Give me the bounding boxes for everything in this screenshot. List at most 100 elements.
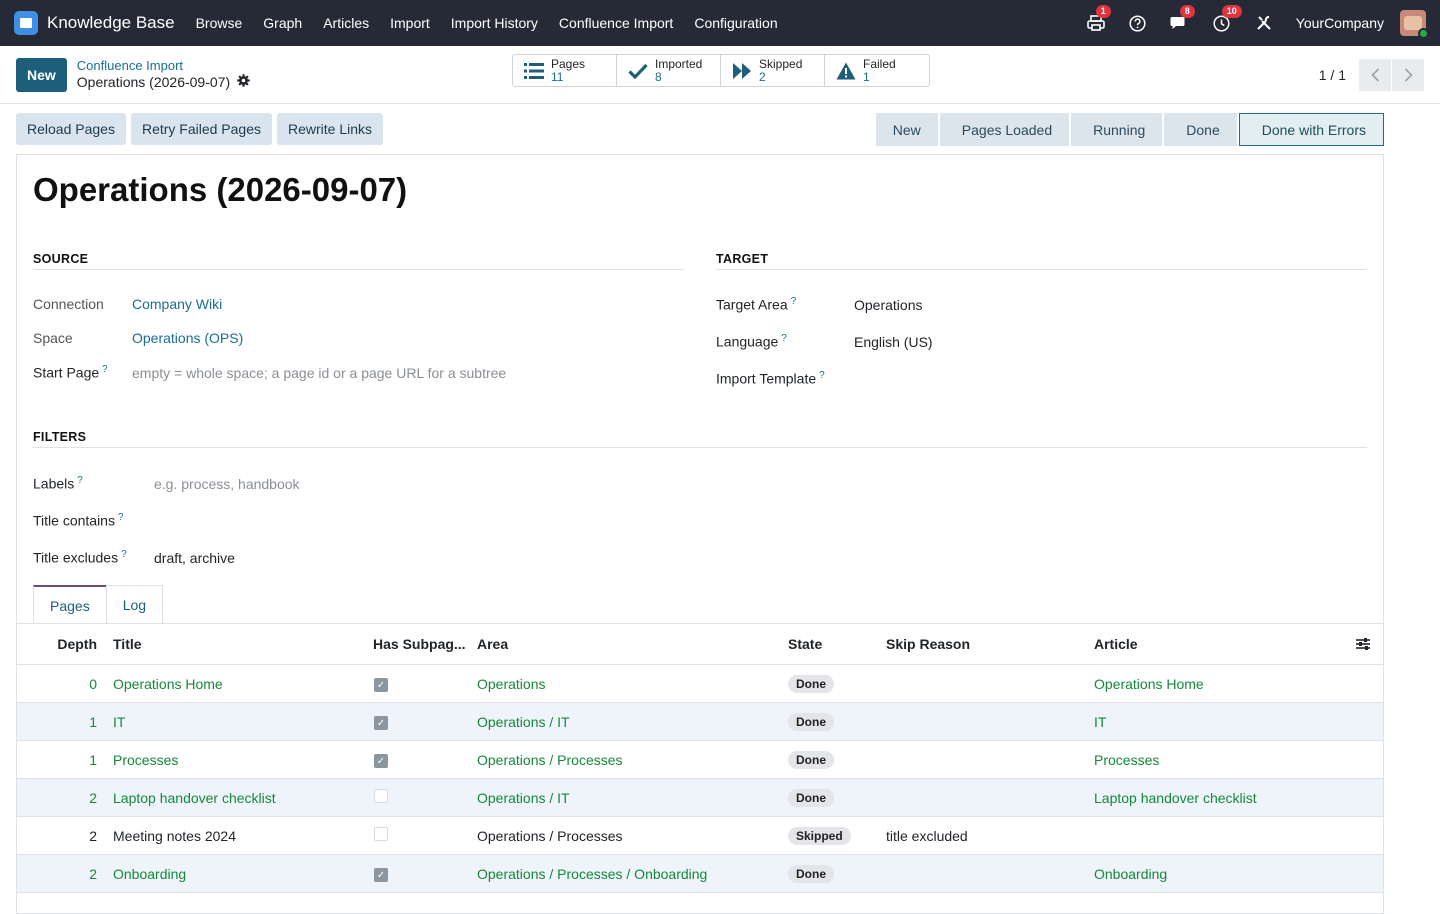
row-state: Done — [780, 864, 878, 883]
row-article-link[interactable]: Onboarding — [1086, 866, 1383, 882]
tab-log[interactable]: Log — [105, 585, 164, 624]
imported-stat-button[interactable]: Imported 8 — [617, 55, 721, 86]
checkbox-empty-icon[interactable] — [374, 789, 388, 803]
user-avatar[interactable] — [1400, 10, 1429, 39]
row-has-subpages: ✓ — [365, 865, 469, 883]
pager-value[interactable]: 1 / 1 — [1319, 67, 1346, 83]
tab-pages[interactable]: Pages — [33, 585, 107, 624]
row-depth: 2 — [89, 827, 97, 844]
col-depth-header[interactable]: Depth — [17, 636, 105, 652]
connection-link[interactable]: Company Wiki — [132, 296, 222, 312]
gear-icon[interactable] — [237, 74, 250, 91]
table-body: 0 Operations Home ✓ Operations Done Operation… — [17, 665, 1383, 893]
row-depth: 2 — [89, 865, 97, 882]
chat-badge: 8 — [1179, 5, 1195, 18]
stage-done[interactable]: Done — [1164, 113, 1237, 146]
nav-articles[interactable]: Articles — [323, 15, 369, 31]
stage-pages-loaded[interactable]: Pages Loaded — [939, 113, 1070, 146]
skipped-stat-button[interactable]: Skipped 2 — [721, 55, 825, 86]
checkbox-empty-icon[interactable] — [374, 827, 388, 841]
checkbox-checked-icon[interactable]: ✓ — [374, 754, 388, 769]
chevron-left-icon[interactable] — [1359, 59, 1391, 91]
new-button[interactable]: New — [16, 57, 67, 92]
table-row[interactable]: 1 IT ✓ Operations / IT Done IT — [17, 703, 1383, 741]
labels-input[interactable]: e.g. process, handbook — [154, 476, 300, 492]
row-article-link[interactable]: IT — [1086, 714, 1383, 730]
col-state-header[interactable]: State — [780, 636, 878, 652]
start-page-input[interactable]: empty = whole space; a page id or a page… — [132, 365, 506, 381]
row-article-link[interactable]: Laptop handover checklist — [1086, 790, 1383, 806]
col-title-header[interactable]: Title — [105, 636, 365, 652]
nav-import[interactable]: Import — [390, 15, 430, 31]
nav-configuration[interactable]: Configuration — [694, 15, 777, 31]
start-page-help[interactable]: ? — [102, 364, 108, 375]
import-template-help[interactable]: ? — [819, 370, 825, 381]
state-badge: Done — [788, 788, 834, 807]
language-field[interactable]: English (US) — [854, 334, 933, 350]
nav-confluence-import[interactable]: Confluence Import — [559, 15, 673, 31]
breadcrumb-parent-link[interactable]: Confluence Import — [77, 58, 250, 74]
company-switcher[interactable]: YourCompany — [1296, 15, 1384, 31]
language-help[interactable]: ? — [781, 333, 787, 344]
row-state: Skipped — [780, 826, 878, 845]
nav-graph[interactable]: Graph — [263, 15, 302, 31]
target-area-label: Target Area? — [716, 296, 796, 313]
row-title: Meeting notes 2024 — [113, 827, 236, 844]
nav-browse[interactable]: Browse — [196, 15, 243, 31]
col-skip-reason-header[interactable]: Skip Reason — [878, 636, 1086, 652]
row-state: Done — [780, 788, 878, 807]
labels-help[interactable]: ? — [77, 475, 83, 486]
row-area: Operations / Processes — [477, 827, 623, 844]
checkbox-checked-icon[interactable]: ✓ — [374, 868, 388, 883]
row-depth: 1 — [89, 751, 97, 768]
row-article-link[interactable]: Operations Home — [1086, 676, 1383, 692]
start-page-label: Start Page? — [33, 364, 108, 381]
target-area-help[interactable]: ? — [791, 296, 797, 307]
stage-running[interactable]: Running — [1071, 113, 1163, 146]
pages-stat-button[interactable]: Pages 11 — [513, 55, 617, 86]
checkbox-checked-icon[interactable]: ✓ — [374, 678, 388, 693]
stage-new[interactable]: New — [875, 113, 938, 146]
row-article-link[interactable]: Processes — [1086, 752, 1383, 768]
tools-icon[interactable] — [1254, 13, 1274, 33]
table-row[interactable]: 1 Processes ✓ Operations / Processes Done Pro… — [17, 741, 1383, 779]
checkbox-checked-icon[interactable]: ✓ — [374, 716, 388, 731]
column-settings-icon[interactable] — [1343, 637, 1383, 651]
col-article-header[interactable]: Article — [1086, 636, 1343, 652]
stage-done-with-errors[interactable]: Done with Errors — [1238, 113, 1384, 146]
nav-import-history[interactable]: Import History — [451, 15, 538, 31]
col-area-header[interactable]: Area — [469, 636, 780, 652]
table-row[interactable]: 0 Operations Home ✓ Operations Done Operation… — [17, 665, 1383, 703]
row-state: Done — [780, 750, 878, 769]
chat-icon[interactable]: 8 — [1170, 5, 1195, 33]
title-excludes-input[interactable]: draft, archive — [154, 550, 235, 566]
space-link[interactable]: Operations (OPS) — [132, 330, 243, 346]
row-has-subpages: ✓ — [365, 713, 469, 731]
title-contains-help[interactable]: ? — [118, 512, 124, 523]
table-row[interactable]: 2 Meeting notes 2024 Operations / Processe… — [17, 817, 1383, 855]
row-has-subpages — [365, 827, 469, 844]
target-area-field[interactable]: Operations — [854, 297, 922, 313]
row-has-subpages: ✓ — [365, 751, 469, 769]
rewrite-links-button[interactable]: Rewrite Links — [277, 113, 384, 145]
activity-clock-icon[interactable]: 10 — [1212, 5, 1242, 33]
row-has-subpages: ✓ — [365, 675, 469, 693]
state-badge: Done — [788, 864, 834, 883]
table-row[interactable]: 2 Laptop handover checklist Operations / I… — [17, 779, 1383, 817]
failed-stat-button[interactable]: Failed 1 — [825, 55, 929, 86]
chevron-right-icon[interactable] — [1392, 59, 1424, 91]
table-row[interactable]: 2 Onboarding ✓ Operations / Processes / Onb… — [17, 855, 1383, 893]
form-sheet: Operations (2026-09-07) SOURCE TARGET Co… — [16, 154, 1384, 914]
app-name[interactable]: Knowledge Base — [47, 13, 175, 33]
help-icon[interactable] — [1128, 13, 1148, 33]
printer-icon[interactable]: 1 — [1086, 5, 1111, 33]
col-has-subpages-header[interactable]: Has Subpag... — [365, 636, 469, 652]
space-label: Space — [33, 330, 73, 346]
title-excludes-help[interactable]: ? — [121, 549, 127, 560]
knowledge-base-app-icon[interactable] — [14, 11, 38, 35]
retry-failed-pages-button[interactable]: Retry Failed Pages — [130, 113, 273, 145]
reload-pages-button[interactable]: Reload Pages — [16, 113, 126, 145]
row-title: IT — [113, 713, 126, 730]
state-badge: Done — [788, 674, 834, 693]
row-area: Operations / Processes / Onboarding — [477, 865, 708, 882]
